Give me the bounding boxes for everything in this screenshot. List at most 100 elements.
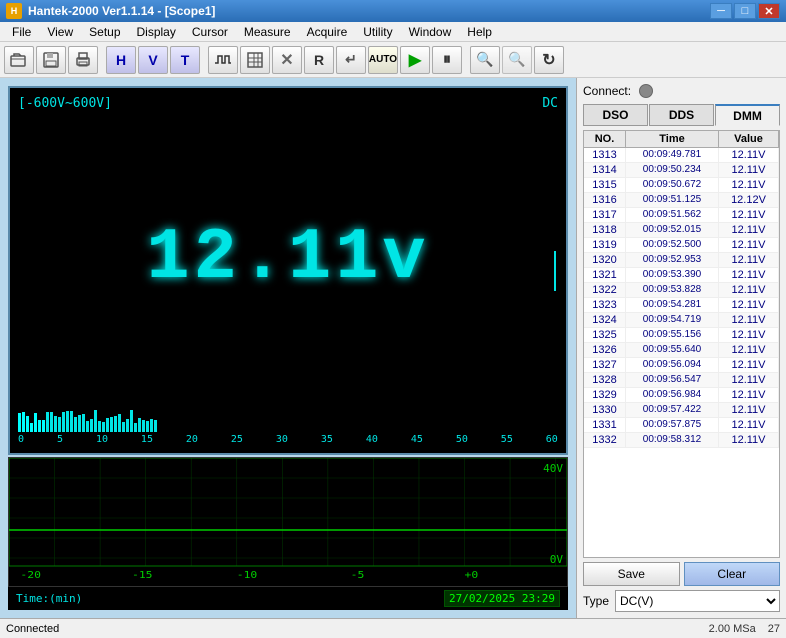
cell-value: 12.11V — [719, 298, 779, 312]
toolbar-V[interactable]: V — [138, 46, 168, 74]
table-row[interactable]: 1332 00:09:58.312 12.11V — [584, 433, 779, 448]
bar-tick — [22, 412, 25, 432]
menu-file[interactable]: File — [4, 22, 39, 42]
cell-time: 00:09:53.828 — [626, 283, 719, 297]
save-button[interactable]: Save — [583, 562, 680, 586]
bar-tick — [74, 417, 77, 432]
table-row[interactable]: 1316 00:09:51.125 12.12V — [584, 193, 779, 208]
table-row[interactable]: 1328 00:09:56.547 12.11V — [584, 373, 779, 388]
toolbar-print[interactable] — [68, 46, 98, 74]
menu-utility[interactable]: Utility — [355, 22, 400, 42]
table-row[interactable]: 1318 00:09:52.015 12.11V — [584, 223, 779, 238]
close-button[interactable]: ✕ — [758, 3, 780, 19]
status-extra: 27 — [768, 623, 780, 635]
status-bar: Connected 2.00 MSa 27 — [0, 618, 786, 638]
table-row[interactable]: 1321 00:09:53.390 12.11V — [584, 268, 779, 283]
menu-window[interactable]: Window — [401, 22, 460, 42]
dmm-bar-container: 051015202530354045505560 — [18, 404, 558, 445]
cell-no: 1315 — [584, 178, 626, 192]
connect-row: Connect: — [583, 84, 780, 98]
tab-dmm[interactable]: DMM — [715, 104, 780, 126]
toolbar-return[interactable]: ↵ — [336, 46, 366, 74]
title-bar: H Hantek-2000 Ver1.1.14 - [Scope1] ─ □ ✕ — [0, 0, 786, 22]
cell-no: 1324 — [584, 313, 626, 327]
table-row[interactable]: 1327 00:09:56.094 12.11V — [584, 358, 779, 373]
toolbar-auto[interactable]: AUTO — [368, 46, 398, 74]
menu-measure[interactable]: Measure — [236, 22, 299, 42]
table-header: NO. Time Value — [584, 131, 779, 148]
cell-value: 12.11V — [719, 343, 779, 357]
cell-no: 1321 — [584, 268, 626, 282]
bar-tick — [146, 421, 149, 432]
toolbar-run[interactable]: ▶ — [400, 46, 430, 74]
cell-value: 12.11V — [719, 373, 779, 387]
table-row[interactable]: 1320 00:09:52.953 12.11V — [584, 253, 779, 268]
toolbar-open[interactable] — [4, 46, 34, 74]
menu-display[interactable]: Display — [129, 22, 184, 42]
type-select[interactable]: DC(V) AC(V) DC(mV) Resistance Diode Cont… — [615, 590, 780, 612]
toolbar-H[interactable]: H — [106, 46, 136, 74]
toolbar-R[interactable]: R — [304, 46, 334, 74]
toolbar-zoom-in[interactable]: 🔍 — [470, 46, 500, 74]
cell-time: 00:09:57.422 — [626, 403, 719, 417]
minimize-button[interactable]: ─ — [710, 3, 732, 19]
toolbar-cross[interactable]: ✕ — [272, 46, 302, 74]
cell-no: 1318 — [584, 223, 626, 237]
table-row[interactable]: 1314 00:09:50.234 12.11V — [584, 163, 779, 178]
cell-no: 1326 — [584, 343, 626, 357]
table-row[interactable]: 1322 00:09:53.828 12.11V — [584, 283, 779, 298]
table-row[interactable]: 1329 00:09:56.984 12.11V — [584, 388, 779, 403]
type-label: Type — [583, 594, 609, 608]
cell-time: 00:09:58.312 — [626, 433, 719, 447]
bar-tick — [102, 422, 105, 432]
dmm-bar — [18, 404, 558, 432]
menu-cursor[interactable]: Cursor — [184, 22, 236, 42]
col-no: NO. — [584, 131, 626, 147]
cell-value: 12.11V — [719, 148, 779, 162]
cell-value: 12.11V — [719, 388, 779, 402]
maximize-button[interactable]: □ — [734, 3, 756, 19]
table-row[interactable]: 1325 00:09:55.156 12.11V — [584, 328, 779, 343]
table-row[interactable]: 1323 00:09:54.281 12.11V — [584, 298, 779, 313]
menu-setup[interactable]: Setup — [81, 22, 128, 42]
menu-help[interactable]: Help — [459, 22, 500, 42]
table-row[interactable]: 1313 00:09:49.781 12.11V — [584, 148, 779, 163]
chart-label-40v: 40V — [543, 462, 563, 475]
connect-led — [639, 84, 653, 98]
cell-no: 1331 — [584, 418, 626, 432]
bar-tick — [26, 416, 29, 432]
bar-tick — [86, 421, 89, 432]
dmm-bar-scale: 051015202530354045505560 — [18, 434, 558, 445]
cell-no: 1325 — [584, 328, 626, 342]
table-row[interactable]: 1326 00:09:55.640 12.11V — [584, 343, 779, 358]
cell-value: 12.11V — [719, 433, 779, 447]
cell-no: 1317 — [584, 208, 626, 222]
cell-no: 1328 — [584, 373, 626, 387]
toolbar-pulse[interactable] — [208, 46, 238, 74]
toolbar-pause[interactable]: ⏸ — [432, 46, 462, 74]
menu-acquire[interactable]: Acquire — [299, 22, 356, 42]
tab-dso[interactable]: DSO — [583, 104, 648, 126]
bar-tick — [18, 413, 21, 432]
table-row[interactable]: 1317 00:09:51.562 12.11V — [584, 208, 779, 223]
table-row[interactable]: 1319 00:09:52.500 12.11V — [584, 238, 779, 253]
menu-view[interactable]: View — [39, 22, 81, 42]
cell-value: 12.11V — [719, 283, 779, 297]
clear-button[interactable]: Clear — [684, 562, 781, 586]
cell-no: 1329 — [584, 388, 626, 402]
app-icon: H — [6, 3, 22, 19]
table-row[interactable]: 1331 00:09:57.875 12.11V — [584, 418, 779, 433]
toolbar-grid[interactable] — [240, 46, 270, 74]
dmm-right-indicator — [554, 251, 556, 291]
toolbar-refresh[interactable]: ↻ — [534, 46, 564, 74]
table-body[interactable]: 1313 00:09:49.781 12.11V 1314 00:09:50.2… — [584, 148, 779, 557]
toolbar-T[interactable]: T — [170, 46, 200, 74]
bar-tick — [54, 416, 57, 432]
bar-tick — [30, 423, 33, 432]
table-row[interactable]: 1315 00:09:50.672 12.11V — [584, 178, 779, 193]
table-row[interactable]: 1324 00:09:54.719 12.11V — [584, 313, 779, 328]
tab-dds[interactable]: DDS — [649, 104, 714, 126]
toolbar-zoom-out[interactable]: 🔍 — [502, 46, 532, 74]
toolbar-save[interactable] — [36, 46, 66, 74]
table-row[interactable]: 1330 00:09:57.422 12.11V — [584, 403, 779, 418]
